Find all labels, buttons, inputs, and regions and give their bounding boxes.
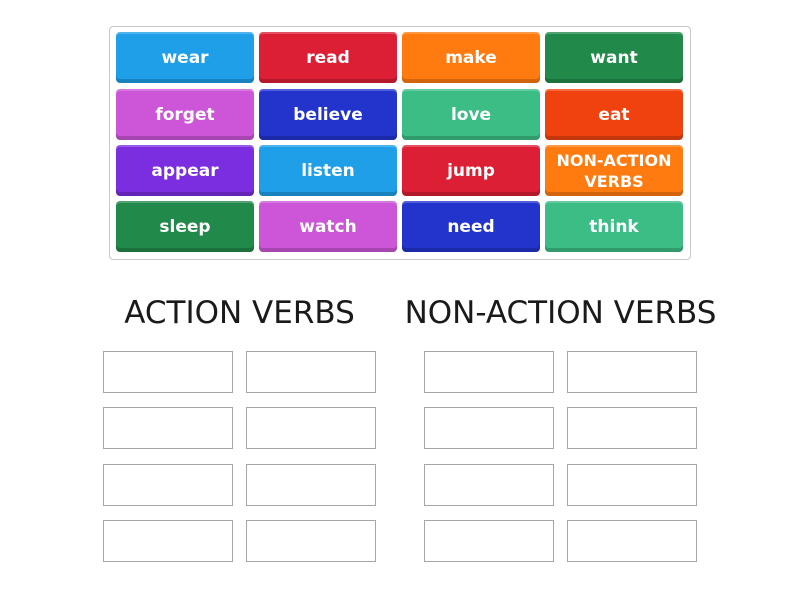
word-tile-label: NON-ACTION VERBS — [556, 150, 672, 191]
non-action-verbs-drop-slot[interactable] — [424, 407, 554, 449]
non-action-verbs-drop-slot[interactable] — [567, 520, 697, 562]
word-tile-label: make — [445, 47, 497, 68]
non-action-verbs-drop-slot[interactable] — [567, 464, 697, 506]
word-tile[interactable]: think — [545, 201, 683, 252]
action-verbs-drop-slot[interactable] — [103, 407, 233, 449]
word-tile[interactable]: wear — [116, 32, 254, 83]
word-tile-label: watch — [299, 216, 357, 237]
group-title-non-action-verbs: NON-ACTION VERBS — [404, 295, 717, 331]
word-tile[interactable]: forget — [116, 89, 254, 140]
non-action-verbs-drop-slot[interactable] — [424, 520, 554, 562]
action-verbs-drop-slot[interactable] — [246, 407, 376, 449]
word-tile-label: sleep — [159, 216, 211, 237]
action-verbs-drop-slot[interactable] — [103, 464, 233, 506]
action-verbs-drop-slot[interactable] — [246, 520, 376, 562]
word-tile-label: jump — [447, 160, 495, 181]
word-tile-label: eat — [598, 104, 630, 125]
word-tile-label: wear — [161, 47, 209, 68]
word-tile[interactable]: want — [545, 32, 683, 83]
word-tile[interactable]: eat — [545, 89, 683, 140]
word-tile-label: believe — [293, 104, 363, 125]
word-tile-label: listen — [301, 160, 355, 181]
action-verbs-drop-slot[interactable] — [103, 351, 233, 393]
word-tile-label: want — [590, 47, 638, 68]
word-tile[interactable]: watch — [259, 201, 397, 252]
action-verbs-drop-slot[interactable] — [246, 464, 376, 506]
non-action-verbs-drop-slot[interactable] — [567, 407, 697, 449]
word-tile-label: love — [450, 104, 492, 125]
word-tile[interactable]: sleep — [116, 201, 254, 252]
word-tile[interactable]: jump — [402, 145, 540, 196]
word-tile[interactable]: make — [402, 32, 540, 83]
word-tile-label: forget — [155, 104, 215, 125]
word-tile-label: appear — [151, 160, 219, 181]
non-action-verbs-drop-slot[interactable] — [567, 351, 697, 393]
non-action-verbs-drop-slot[interactable] — [424, 351, 554, 393]
word-tile[interactable]: believe — [259, 89, 397, 140]
word-tile[interactable]: love — [402, 89, 540, 140]
word-tile[interactable]: appear — [116, 145, 254, 196]
action-verbs-drop-slot[interactable] — [246, 351, 376, 393]
word-tile[interactable]: listen — [259, 145, 397, 196]
action-verbs-drop-slot[interactable] — [103, 520, 233, 562]
word-tile[interactable]: NON-ACTION VERBS — [545, 145, 683, 196]
word-tile[interactable]: need — [402, 201, 540, 252]
word-tile[interactable]: read — [259, 32, 397, 83]
word-tile-label: think — [589, 216, 639, 237]
group-title-action-verbs: ACTION VERBS — [124, 295, 355, 331]
word-tile-label: need — [447, 216, 495, 237]
word-tile-label: read — [306, 47, 350, 68]
non-action-verbs-drop-slot[interactable] — [424, 464, 554, 506]
